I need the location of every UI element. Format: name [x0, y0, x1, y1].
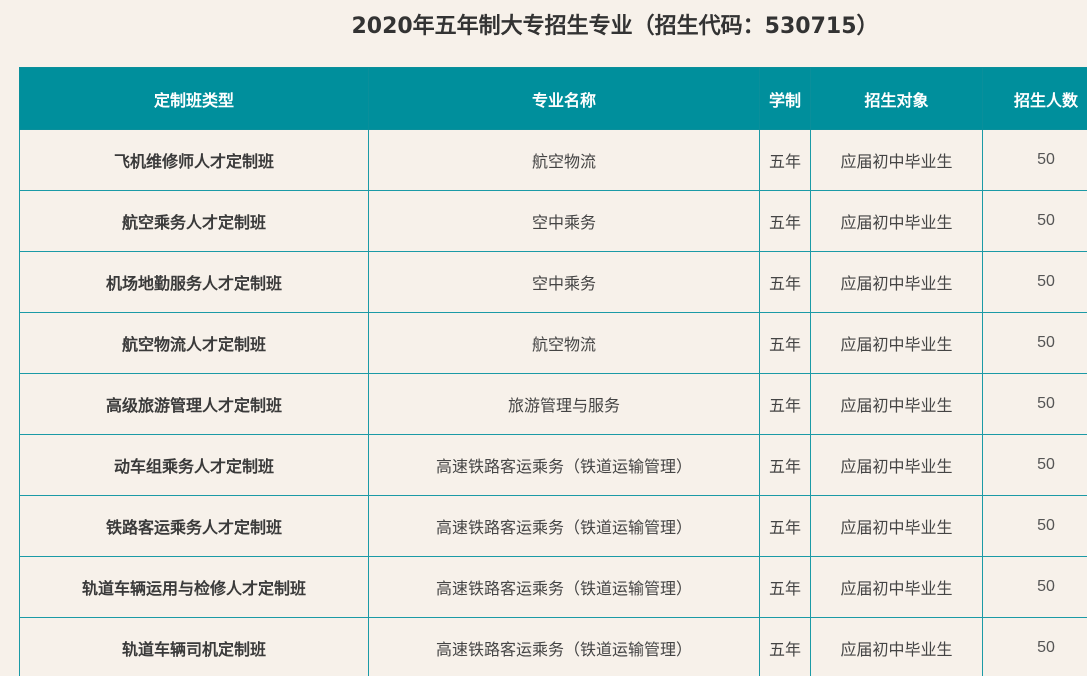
- table-row: 动车组乘务人才定制班 高速铁路客运乘务（铁道运输管理） 五年 应届初中毕业生 5…: [19, 434, 1087, 496]
- cell-target: 应届初中毕业生: [810, 312, 983, 374]
- cell-class-type: 航空物流人才定制班: [19, 312, 369, 374]
- cell-count: 50: [982, 251, 1087, 313]
- cell-class-type: 飞机维修师人才定制班: [19, 129, 369, 191]
- cell-count: 50: [982, 312, 1087, 374]
- cell-duration: 五年: [759, 373, 811, 435]
- cell-major-name: 空中乘务: [368, 251, 760, 313]
- enrollment-table: 定制班类型 专业名称 学制 招生对象 招生人数 飞机维修师人才定制班 航空物流 …: [19, 67, 1087, 676]
- cell-target: 应届初中毕业生: [810, 434, 983, 496]
- table-row: 铁路客运乘务人才定制班 高速铁路客运乘务（铁道运输管理） 五年 应届初中毕业生 …: [19, 495, 1087, 557]
- cell-duration: 五年: [759, 312, 811, 374]
- cell-count: 50: [982, 556, 1087, 618]
- table-row: 轨道车辆司机定制班 高速铁路客运乘务（铁道运输管理） 五年 应届初中毕业生 50: [19, 617, 1087, 676]
- header-target: 招生对象: [810, 67, 983, 130]
- enrollment-table-wrapper: 定制班类型 专业名称 学制 招生对象 招生人数 飞机维修师人才定制班 航空物流 …: [19, 67, 1087, 676]
- cell-target: 应届初中毕业生: [810, 373, 983, 435]
- table-row: 飞机维修师人才定制班 航空物流 五年 应届初中毕业生 50: [19, 129, 1087, 191]
- cell-duration: 五年: [759, 495, 811, 557]
- cell-class-type: 机场地勤服务人才定制班: [19, 251, 369, 313]
- cell-count: 50: [982, 434, 1087, 496]
- table-row: 机场地勤服务人才定制班 空中乘务 五年 应届初中毕业生 50: [19, 251, 1087, 313]
- cell-major-name: 旅游管理与服务: [368, 373, 760, 435]
- cell-count: 50: [982, 190, 1087, 252]
- cell-class-type: 轨道车辆运用与检修人才定制班: [19, 556, 369, 618]
- cell-class-type: 铁路客运乘务人才定制班: [19, 495, 369, 557]
- cell-major-name: 高速铁路客运乘务（铁道运输管理）: [368, 434, 760, 496]
- cell-target: 应届初中毕业生: [810, 556, 983, 618]
- cell-target: 应届初中毕业生: [810, 617, 983, 676]
- cell-major-name: 空中乘务: [368, 190, 760, 252]
- cell-duration: 五年: [759, 251, 811, 313]
- cell-major-name: 航空物流: [368, 312, 760, 374]
- header-count: 招生人数: [982, 67, 1087, 130]
- table-row: 航空物流人才定制班 航空物流 五年 应届初中毕业生 50: [19, 312, 1087, 374]
- cell-class-type: 高级旅游管理人才定制班: [19, 373, 369, 435]
- cell-duration: 五年: [759, 129, 811, 191]
- table-header-row: 定制班类型 专业名称 学制 招生对象 招生人数: [19, 67, 1087, 130]
- cell-duration: 五年: [759, 617, 811, 676]
- cell-major-name: 高速铁路客运乘务（铁道运输管理）: [368, 556, 760, 618]
- header-duration: 学制: [759, 67, 811, 130]
- cell-duration: 五年: [759, 434, 811, 496]
- cell-class-type: 轨道车辆司机定制班: [19, 617, 369, 676]
- header-major-name: 专业名称: [368, 67, 760, 130]
- cell-count: 50: [982, 617, 1087, 676]
- cell-duration: 五年: [759, 556, 811, 618]
- table-row: 高级旅游管理人才定制班 旅游管理与服务 五年 应届初中毕业生 50: [19, 373, 1087, 435]
- table-row: 航空乘务人才定制班 空中乘务 五年 应届初中毕业生 50: [19, 190, 1087, 252]
- cell-count: 50: [982, 495, 1087, 557]
- cell-major-name: 高速铁路客运乘务（铁道运输管理）: [368, 617, 760, 676]
- cell-major-name: 航空物流: [368, 129, 760, 191]
- cell-count: 50: [982, 129, 1087, 191]
- cell-major-name: 高速铁路客运乘务（铁道运输管理）: [368, 495, 760, 557]
- cell-target: 应届初中毕业生: [810, 251, 983, 313]
- cell-count: 50: [982, 373, 1087, 435]
- page-title: 2020年五年制大专招生专业（招生代码：530715）: [351, 14, 879, 39]
- cell-target: 应届初中毕业生: [810, 190, 983, 252]
- cell-target: 应届初中毕业生: [810, 495, 983, 557]
- header-class-type: 定制班类型: [19, 67, 369, 130]
- table-row: 轨道车辆运用与检修人才定制班 高速铁路客运乘务（铁道运输管理） 五年 应届初中毕…: [19, 556, 1087, 618]
- page: 2020年五年制大专招生专业（招生代码：530715） 定制班类型 专业名称 学…: [0, 0, 1087, 676]
- cell-duration: 五年: [759, 190, 811, 252]
- cell-target: 应届初中毕业生: [810, 129, 983, 191]
- cell-class-type: 航空乘务人才定制班: [19, 190, 369, 252]
- cell-class-type: 动车组乘务人才定制班: [19, 434, 369, 496]
